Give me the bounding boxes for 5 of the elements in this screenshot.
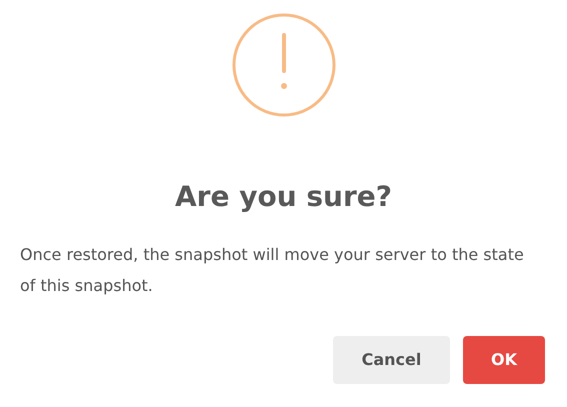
warning-icon xyxy=(232,13,336,117)
dialog-message: Once restored, the snapshot will move your server to the state of this snapshot. xyxy=(19,244,525,297)
ok-button[interactable]: OK xyxy=(463,336,545,384)
cancel-button[interactable]: Cancel xyxy=(333,336,450,384)
dialog-title: Are you sure? xyxy=(174,183,394,211)
